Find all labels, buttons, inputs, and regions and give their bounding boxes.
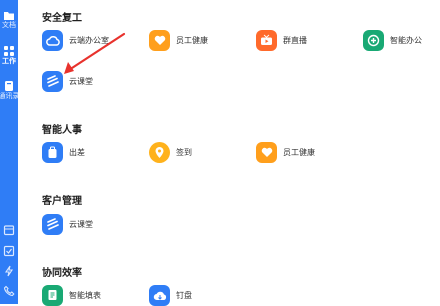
app-cloud-classroom[interactable]: 云课堂: [42, 213, 93, 235]
app-label: 云端办公室: [69, 35, 109, 45]
contacts-book-icon: [5, 81, 13, 91]
app-label: 钉盘: [176, 290, 192, 300]
app-label: 云课堂: [69, 76, 93, 86]
stripes-icon: [42, 213, 63, 235]
folder-icon: [4, 12, 14, 20]
briefcase-icon: [42, 141, 63, 163]
checkbox-icon[interactable]: [3, 245, 15, 257]
app-label: 群直播: [283, 35, 307, 45]
app-label: 签到: [176, 147, 192, 157]
stripes-icon: [42, 70, 63, 92]
section-title-safe-return: 安全复工: [42, 13, 82, 24]
app-label: 员工健康: [176, 35, 208, 45]
app-label: 智能填表: [69, 290, 101, 300]
app-label: 员工健康: [283, 147, 315, 157]
sidebar-item-label: 文档: [2, 22, 16, 29]
calendar-icon[interactable]: [3, 224, 15, 236]
cloud-drive-icon: [149, 284, 170, 306]
app-label: 云课堂: [69, 219, 93, 229]
section-title-smart-hr: 智能人事: [42, 125, 82, 136]
sidebar-item-docs[interactable]: 文档: [0, 10, 18, 30]
smart-office-icon: [363, 29, 384, 51]
grid-icon: [4, 46, 14, 56]
app-label: 智能办公: [390, 35, 422, 45]
sidebar: 文档 工作 通讯录: [0, 0, 20, 304]
sidebar-item-contacts[interactable]: 通讯录: [0, 80, 20, 101]
heart-icon: [256, 141, 277, 163]
app-check-in[interactable]: 签到: [149, 141, 192, 163]
form-icon: [42, 284, 63, 306]
sidebar-item-work[interactable]: 工作: [0, 45, 18, 66]
heart-icon: [149, 29, 170, 51]
section-title-collaboration: 协同效率: [42, 268, 82, 279]
live-tv-icon: [256, 29, 277, 51]
cloud-icon: [42, 29, 63, 51]
app-group-live[interactable]: 群直播: [256, 29, 307, 51]
app-employee-health[interactable]: 员工健康: [149, 29, 208, 51]
location-pin-icon: [149, 141, 170, 163]
app-cloud-classroom[interactable]: 云课堂: [42, 70, 93, 92]
sidebar-item-label: 工作: [2, 58, 16, 65]
app-employee-health[interactable]: 员工健康: [256, 141, 315, 163]
app-smart-office[interactable]: 智能办公: [363, 29, 422, 51]
app-business-trip[interactable]: 出差: [42, 141, 85, 163]
sidebar-item-label: 通讯录: [0, 93, 20, 100]
phone-icon[interactable]: [3, 285, 15, 297]
app-cloud-office[interactable]: 云端办公室: [42, 29, 109, 51]
app-ding-drive[interactable]: 钉盘: [149, 284, 192, 306]
lightning-icon[interactable]: [3, 265, 15, 277]
section-title-customer-mgmt: 客户管理: [42, 196, 82, 207]
app-label: 出差: [69, 147, 85, 157]
app-smart-form[interactable]: 智能填表: [42, 284, 101, 306]
workbench-main: 安全复工 云端办公室 员工健康 群直播 智能办公 云课堂 智能人事 出差 签到 …: [18, 0, 440, 306]
